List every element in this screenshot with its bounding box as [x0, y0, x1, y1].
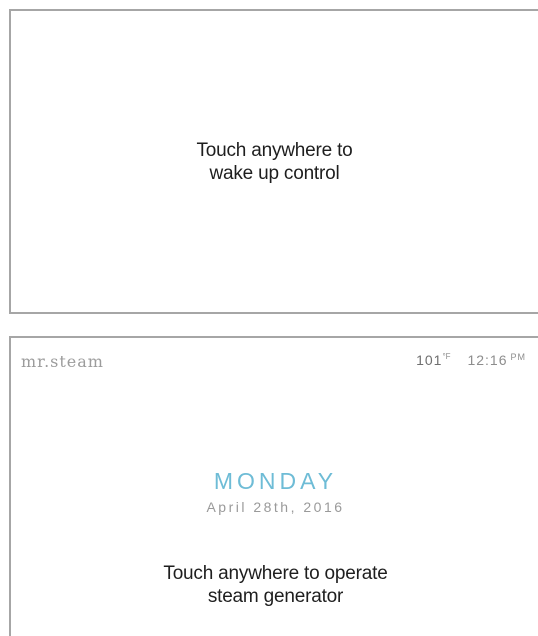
- brand-logo: mr.steam: [21, 352, 104, 371]
- day-name: MONDAY: [213, 468, 338, 494]
- date-text: April 28th, 2016: [206, 499, 345, 515]
- temperature-unit: °F: [442, 352, 451, 361]
- temperature-value: 101: [416, 352, 443, 368]
- wake-message-line-2: wake up control: [209, 163, 340, 184]
- operate-message: Touch anywhere to operate steam generato…: [11, 562, 538, 608]
- wake-message: Touch anywhere to wake up control: [11, 139, 538, 185]
- operate-message-line-1: Touch anywhere to operate: [163, 563, 388, 584]
- clock-time: 12:16: [467, 352, 508, 368]
- sleep-screen[interactable]: Touch anywhere to wake up control: [9, 9, 538, 314]
- operate-message-line-2: steam generator: [207, 586, 344, 607]
- clock-period: PM: [510, 352, 526, 362]
- wake-message-line-1: Touch anywhere to: [196, 140, 353, 161]
- status-bar: 101°F 12:16 PM: [416, 352, 526, 368]
- home-screen[interactable]: mr.steam 101°F 12:16 PM MONDAY April 28th…: [9, 336, 538, 636]
